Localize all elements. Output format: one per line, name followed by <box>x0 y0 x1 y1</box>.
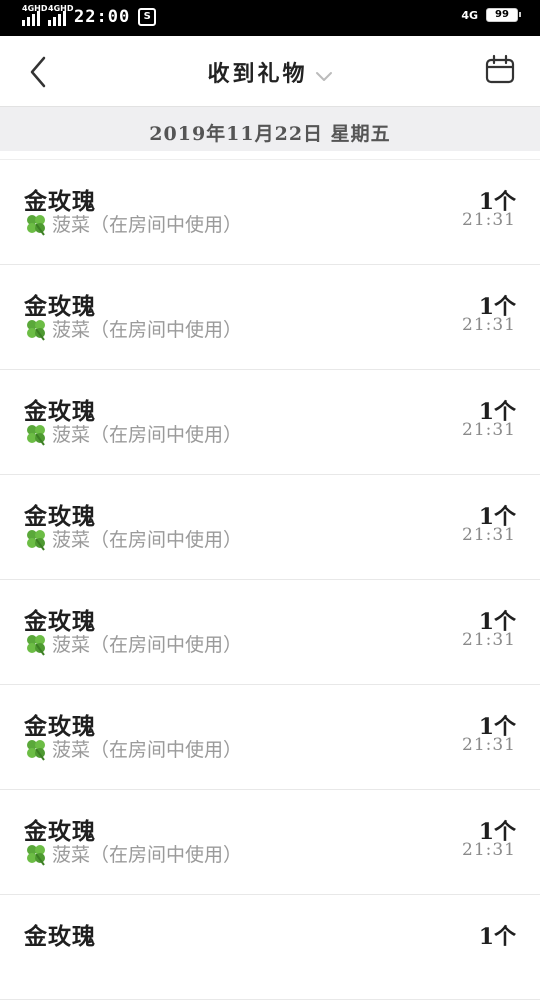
gift-time: 21:31 <box>462 420 516 440</box>
calendar-button[interactable] <box>484 54 516 86</box>
four-leaf-clover-icon <box>27 529 45 551</box>
sender-line: 菠菜（在房间中使用） <box>24 525 242 552</box>
date-header: 2019年11月22日 星期五 <box>0 107 540 151</box>
status-bar: 4GHD 4GHD 22:00 S 4G 99 <box>0 0 540 36</box>
title-dropdown[interactable]: 收到礼物 <box>0 56 540 88</box>
sender-name: 菠菜（在房间中使用） <box>52 319 243 341</box>
four-leaf-clover-icon <box>27 214 45 236</box>
four-leaf-clover-icon <box>27 634 45 656</box>
gift-row[interactable]: 金玫瑰 1个 <box>0 895 540 1000</box>
sender-name: 菠菜（在房间中使用） <box>52 214 243 236</box>
gift-row[interactable]: 金玫瑰 菠菜（在房间中使用） 1个 21:31 <box>0 370 540 475</box>
sender-name: 菠菜（在房间中使用） <box>52 739 243 761</box>
sender-line: 菠菜（在房间中使用） <box>24 840 242 867</box>
gift-time: 21:31 <box>462 210 516 230</box>
signal-icon: 4GHD <box>48 4 73 26</box>
gift-count: 1个 <box>478 924 516 950</box>
gift-time: 21:31 <box>462 525 516 545</box>
gift-row[interactable]: 金玫瑰 菠菜（在房间中使用） 1个 21:31 <box>0 265 540 370</box>
gift-name: 金玫瑰 <box>24 923 96 950</box>
sender-line: 菠菜（在房间中使用） <box>24 315 242 342</box>
sender-name: 菠菜（在房间中使用） <box>52 844 243 866</box>
gift-time: 21:31 <box>462 840 516 860</box>
gift-time: 21:31 <box>462 630 516 650</box>
gift-row[interactable]: 金玫瑰 菠菜（在房间中使用） 1个 21:31 <box>0 790 540 895</box>
chevron-down-icon <box>315 71 332 81</box>
network-label: 4GHD <box>48 4 74 13</box>
clock: 22:00 <box>74 7 131 27</box>
sender-name: 菠菜（在房间中使用） <box>52 634 243 656</box>
battery-icon: 99 <box>486 8 521 22</box>
four-leaf-clover-icon <box>27 739 45 761</box>
network-label: 4GHD <box>22 4 48 13</box>
divider <box>0 151 540 160</box>
status-right: 4G 99 <box>461 8 521 22</box>
sender-line: 菠菜（在房间中使用） <box>24 210 242 237</box>
gift-row[interactable]: 金玫瑰 菠菜（在房间中使用） 1个 21:31 <box>0 160 540 265</box>
calendar-icon <box>485 54 515 84</box>
gift-time: 21:31 <box>462 315 516 335</box>
sender-line: 菠菜（在房间中使用） <box>24 735 242 762</box>
notification-icon: S <box>138 8 157 26</box>
sender-line: 菠菜（在房间中使用） <box>24 420 242 447</box>
status-left: 4GHD 4GHD 22:00 S <box>22 4 157 27</box>
four-leaf-clover-icon <box>27 319 45 341</box>
nav-bar: 收到礼物 <box>0 36 540 107</box>
gift-row[interactable]: 金玫瑰 菠菜（在房间中使用） 1个 21:31 <box>0 475 540 580</box>
sender-name: 菠菜（在房间中使用） <box>52 424 243 446</box>
gift-row[interactable]: 金玫瑰 菠菜（在房间中使用） 1个 21:31 <box>0 580 540 685</box>
sender-line: 菠菜（在房间中使用） <box>24 630 242 657</box>
page-title: 收到礼物 <box>207 61 308 87</box>
gift-row[interactable]: 金玫瑰 菠菜（在房间中使用） 1个 21:31 <box>0 685 540 790</box>
four-leaf-clover-icon <box>27 844 45 866</box>
sender-name: 菠菜（在房间中使用） <box>52 529 243 551</box>
network-type: 4G <box>461 8 478 22</box>
four-leaf-clover-icon <box>27 424 45 446</box>
gift-time: 21:31 <box>462 735 516 755</box>
signal-icon: 4GHD <box>22 4 47 26</box>
gift-list: 金玫瑰 菠菜（在房间中使用） 1个 21:31 金玫瑰 菠菜（在房间中使用） 1个 21:31… <box>0 160 540 1000</box>
